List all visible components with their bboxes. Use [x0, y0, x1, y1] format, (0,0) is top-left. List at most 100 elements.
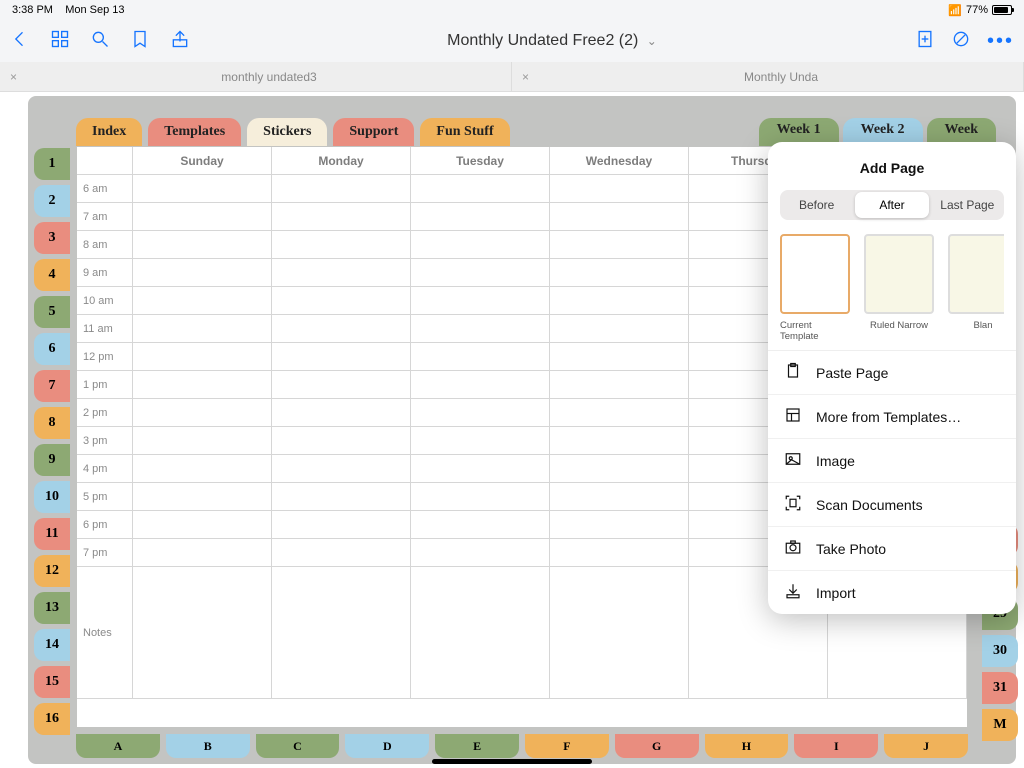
schedule-cell[interactable] [133, 399, 272, 426]
number-tab[interactable]: 31 [982, 672, 1018, 704]
schedule-cell[interactable] [133, 287, 272, 314]
schedule-cell[interactable] [133, 539, 272, 566]
document-tab[interactable]: × Monthly Unda [512, 62, 1024, 91]
schedule-cell[interactable] [133, 511, 272, 538]
number-tab[interactable]: 3 [34, 222, 70, 254]
number-tab[interactable]: 6 [34, 333, 70, 365]
segment-last-page[interactable]: Last Page [931, 190, 1004, 220]
schedule-cell[interactable] [272, 511, 411, 538]
number-tab[interactable]: 10 [34, 481, 70, 513]
schedule-cell[interactable] [272, 371, 411, 398]
schedule-cell[interactable] [550, 511, 689, 538]
schedule-cell[interactable] [272, 399, 411, 426]
number-tab[interactable]: 16 [34, 703, 70, 735]
schedule-cell[interactable] [133, 371, 272, 398]
number-tab[interactable]: 5 [34, 296, 70, 328]
letter-tab[interactable]: E [435, 734, 519, 758]
schedule-cell[interactable] [133, 175, 272, 202]
segment-after[interactable]: After [855, 192, 928, 218]
chevron-down-icon[interactable]: ⌄ [647, 34, 657, 48]
segment-before[interactable]: Before [780, 190, 853, 220]
more-button[interactable]: ••• [987, 30, 1014, 53]
schedule-cell[interactable] [272, 231, 411, 258]
schedule-cell[interactable] [550, 455, 689, 482]
popover-action[interactable]: Import [768, 571, 1016, 614]
schedule-cell[interactable] [133, 455, 272, 482]
schedule-cell[interactable] [272, 539, 411, 566]
schedule-cell[interactable] [550, 483, 689, 510]
document-tab[interactable]: × monthly undated3 [0, 62, 512, 91]
schedule-cell[interactable] [550, 315, 689, 342]
schedule-cell[interactable] [133, 343, 272, 370]
thumb-ruled-narrow[interactable]: Ruled Narrow [864, 234, 934, 342]
schedule-cell[interactable] [411, 203, 550, 230]
page-canvas[interactable]: IndexTemplatesStickersSupportFun Stuff W… [0, 92, 1024, 768]
letter-tab[interactable]: J [884, 734, 968, 758]
schedule-cell[interactable] [411, 455, 550, 482]
schedule-cell[interactable] [411, 511, 550, 538]
top-tab[interactable]: Templates [148, 118, 241, 146]
thumbnails-button[interactable] [50, 29, 70, 54]
number-tab[interactable]: 15 [34, 666, 70, 698]
number-tab[interactable]: 1 [34, 148, 70, 180]
schedule-cell[interactable] [272, 315, 411, 342]
add-page-button[interactable] [915, 29, 935, 54]
popover-action[interactable]: Scan Documents [768, 483, 1016, 527]
letter-tab[interactable]: A [76, 734, 160, 758]
thumb-blank[interactable]: Blan [948, 234, 1004, 342]
share-button[interactable] [170, 29, 190, 54]
schedule-cell[interactable] [411, 371, 550, 398]
number-tab[interactable]: 11 [34, 518, 70, 550]
schedule-cell[interactable] [411, 315, 550, 342]
schedule-cell[interactable] [550, 287, 689, 314]
schedule-cell[interactable] [411, 287, 550, 314]
schedule-cell[interactable] [133, 315, 272, 342]
schedule-cell[interactable] [550, 175, 689, 202]
schedule-cell[interactable] [272, 203, 411, 230]
schedule-cell[interactable] [411, 231, 550, 258]
close-icon[interactable]: × [10, 70, 17, 84]
number-tab[interactable]: 9 [34, 444, 70, 476]
letter-tab[interactable]: B [166, 734, 250, 758]
letter-tab[interactable]: G [615, 734, 699, 758]
letter-tab[interactable]: C [256, 734, 340, 758]
schedule-cell[interactable] [272, 427, 411, 454]
schedule-cell[interactable] [411, 539, 550, 566]
number-tab[interactable]: 8 [34, 407, 70, 439]
schedule-cell[interactable] [550, 399, 689, 426]
search-button[interactable] [90, 29, 110, 54]
document-title[interactable]: Monthly Undated Free2 (2) [447, 32, 638, 49]
top-tab[interactable]: Stickers [247, 118, 327, 146]
notes-cell[interactable] [411, 567, 550, 698]
schedule-cell[interactable] [550, 539, 689, 566]
schedule-cell[interactable] [550, 343, 689, 370]
bookmark-button[interactable] [130, 29, 150, 54]
popover-action[interactable]: Take Photo [768, 527, 1016, 571]
back-button[interactable] [10, 29, 30, 54]
schedule-cell[interactable] [411, 259, 550, 286]
thumb-current-template[interactable]: Current Template [780, 234, 850, 342]
schedule-cell[interactable] [272, 483, 411, 510]
schedule-cell[interactable] [550, 231, 689, 258]
notes-cell[interactable] [272, 567, 411, 698]
schedule-cell[interactable] [550, 427, 689, 454]
top-tab[interactable]: Fun Stuff [420, 118, 509, 146]
close-icon[interactable]: × [522, 70, 529, 84]
letter-tab[interactable]: D [345, 734, 429, 758]
schedule-cell[interactable] [133, 483, 272, 510]
number-tab[interactable]: M [982, 709, 1018, 741]
letter-tab[interactable]: H [705, 734, 789, 758]
top-tab[interactable]: Index [76, 118, 142, 146]
letter-tab[interactable]: F [525, 734, 609, 758]
number-tab[interactable]: 2 [34, 185, 70, 217]
schedule-cell[interactable] [550, 203, 689, 230]
letter-tab[interactable]: I [794, 734, 878, 758]
schedule-cell[interactable] [272, 343, 411, 370]
popover-action[interactable]: More from Templates… [768, 395, 1016, 439]
schedule-cell[interactable] [411, 483, 550, 510]
schedule-cell[interactable] [411, 343, 550, 370]
schedule-cell[interactable] [272, 259, 411, 286]
number-tab[interactable]: 14 [34, 629, 70, 661]
popover-action[interactable]: Image [768, 439, 1016, 483]
top-tab[interactable]: Support [333, 118, 414, 146]
